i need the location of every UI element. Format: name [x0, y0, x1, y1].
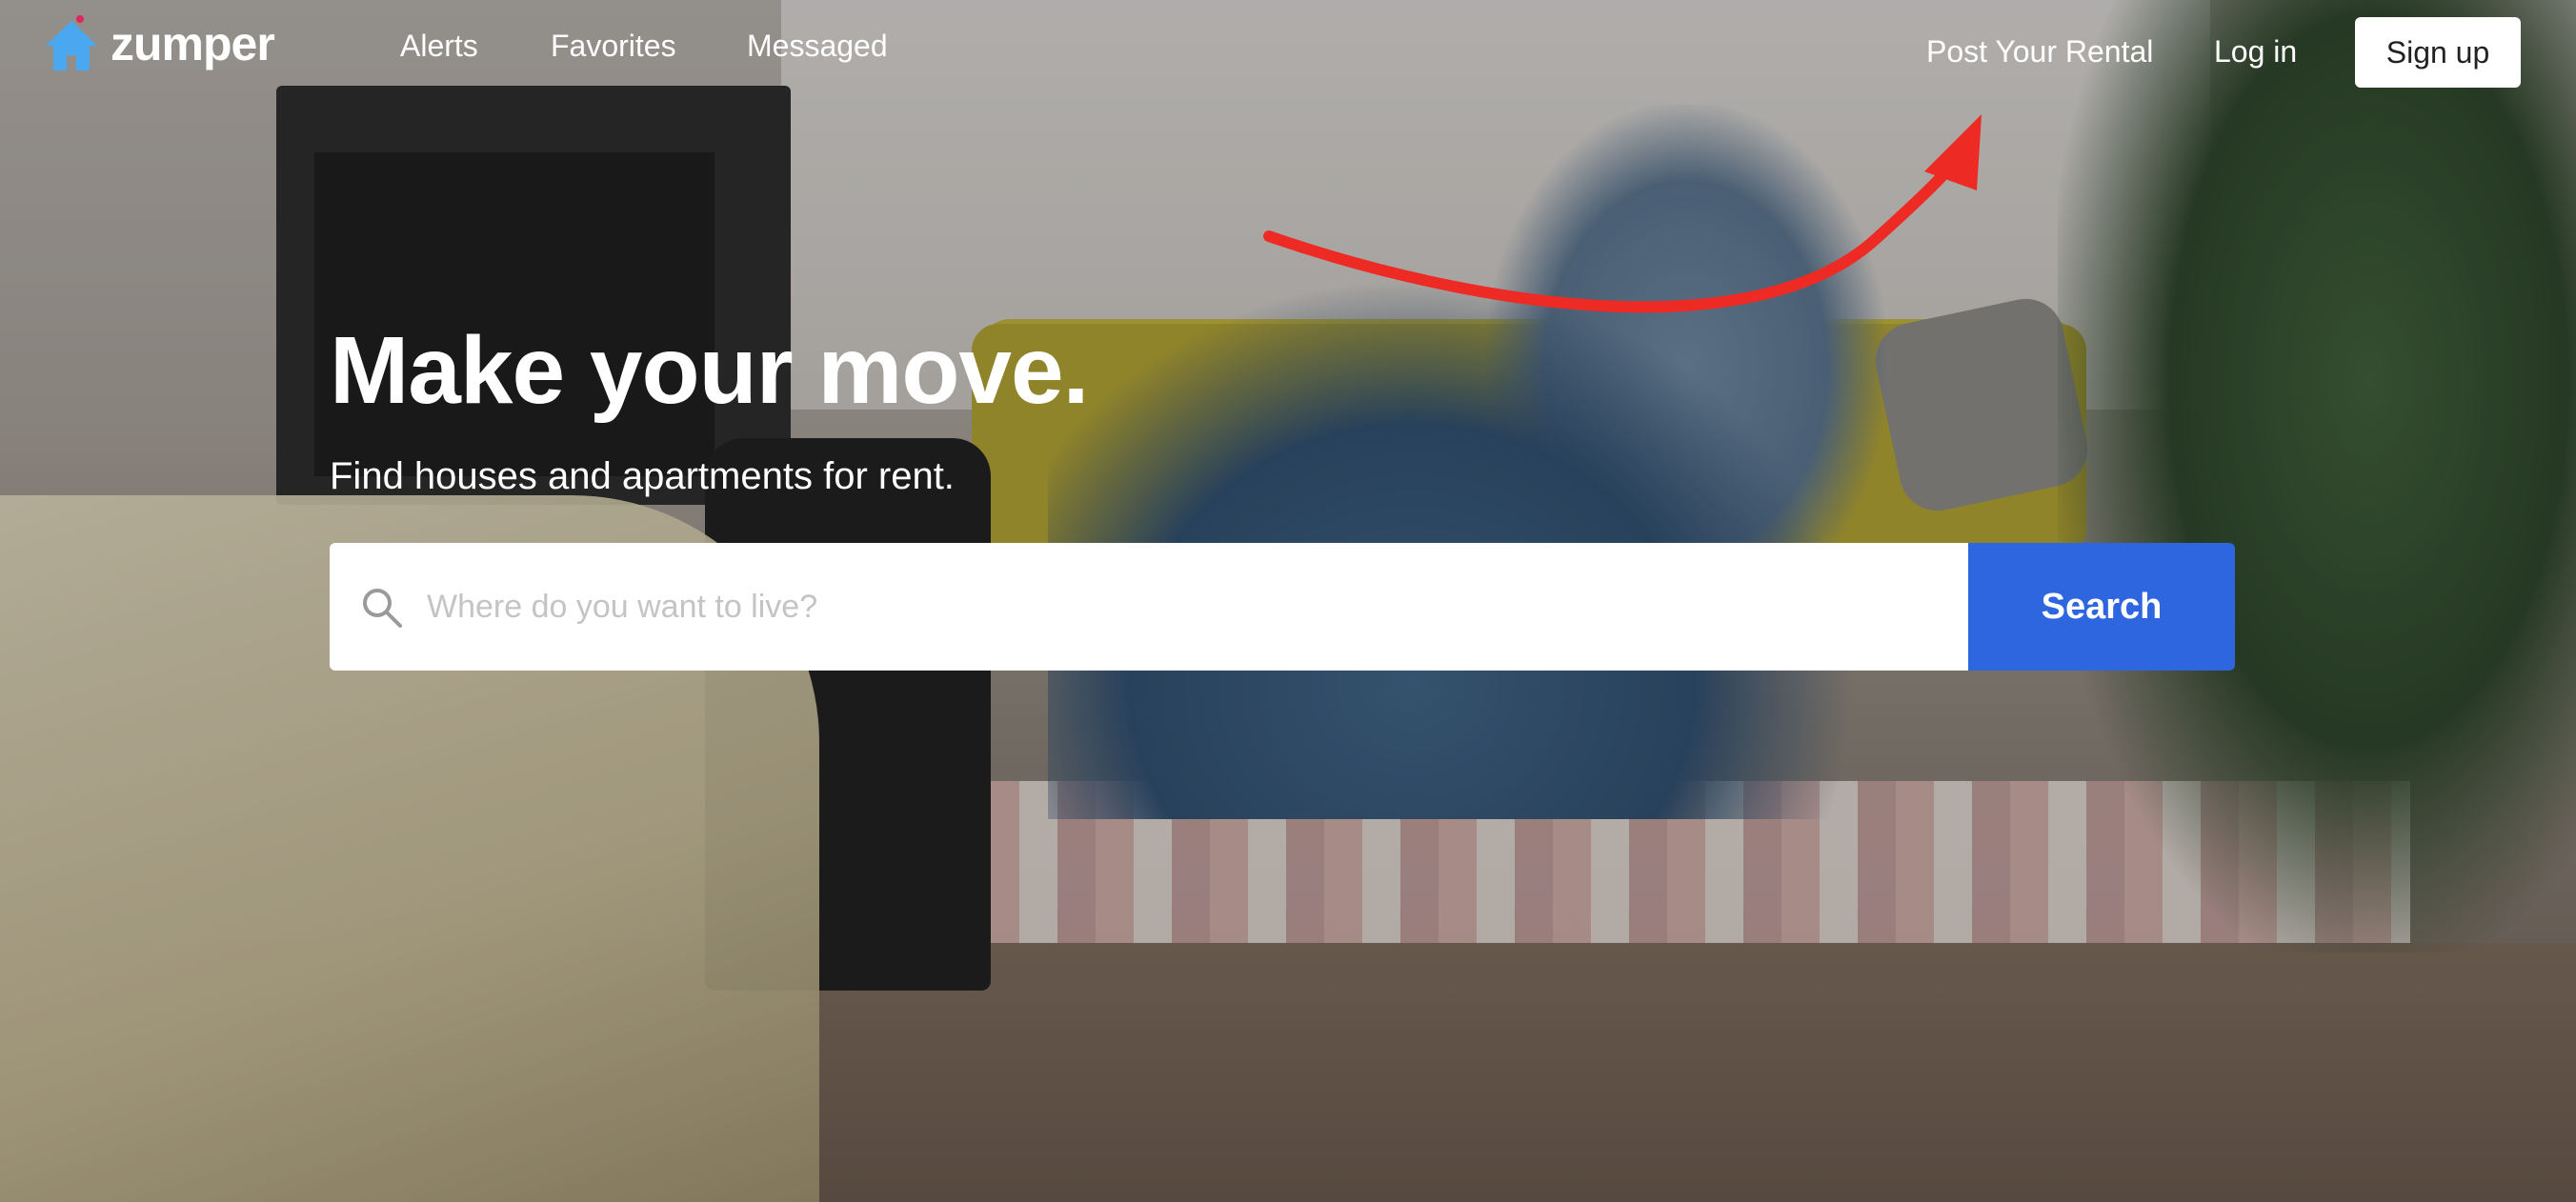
house-logo-icon [46, 15, 97, 70]
brand-name: zumper [111, 17, 275, 70]
nav-alerts-link[interactable]: Alerts [400, 29, 478, 64]
login-link[interactable]: Log in [2214, 34, 2297, 70]
landing-page: zumper Alerts Favorites Messaged Post Yo… [0, 0, 2576, 1202]
hero-title: Make your move. [330, 317, 1089, 424]
location-search-input[interactable] [425, 587, 1968, 627]
nav-messaged-link[interactable]: Messaged [747, 29, 888, 64]
search-icon [363, 589, 402, 628]
search-bar: Search [330, 543, 2235, 671]
search-button[interactable]: Search [1968, 543, 2235, 671]
post-your-rental-link[interactable]: Post Your Rental [1926, 34, 2153, 70]
search-field [330, 543, 1968, 671]
red-arrow-icon [1263, 114, 1982, 313]
zumper-logo[interactable]: zumper [42, 13, 275, 74]
signup-button[interactable]: Sign up [2355, 17, 2521, 88]
top-nav: zumper Alerts Favorites Messaged Post Yo… [0, 0, 2576, 105]
nav-favorites-link[interactable]: Favorites [551, 29, 676, 64]
hero-subtitle: Find houses and apartments for rent. [330, 455, 955, 497]
